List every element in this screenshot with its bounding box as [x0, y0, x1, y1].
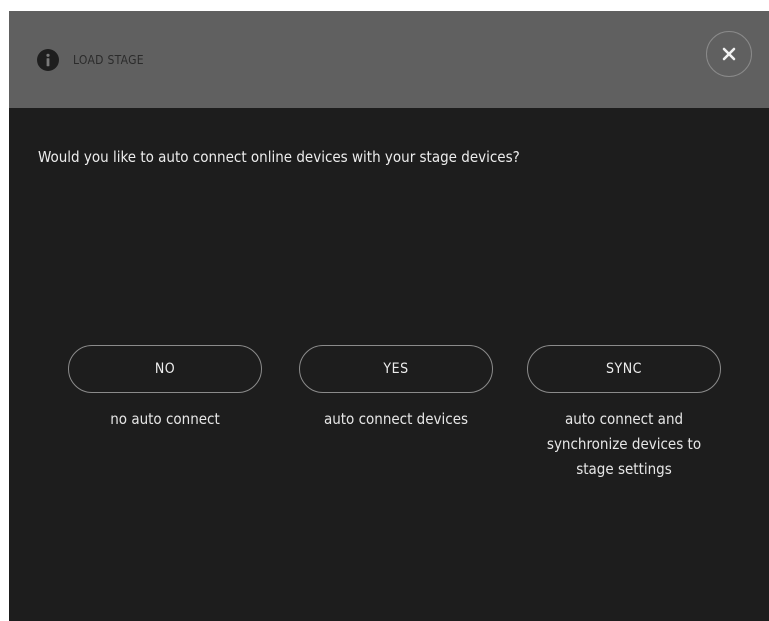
close-button[interactable]	[706, 31, 752, 77]
page-background	[0, 0, 769, 11]
dialog-title: LOAD STAGE	[73, 53, 144, 67]
load-stage-dialog: LOAD STAGE Would you like to auto connec…	[9, 11, 769, 621]
no-description: no auto connect	[110, 410, 220, 428]
sync-button[interactable]: SYNC	[527, 345, 721, 393]
dialog-question: Would you like to auto connect online de…	[38, 148, 520, 166]
no-button[interactable]: NO	[68, 345, 262, 393]
yes-description: auto connect devices	[323, 410, 469, 428]
info-icon	[37, 49, 59, 71]
yes-button[interactable]: YES	[299, 345, 493, 393]
dialog-header: LOAD STAGE	[9, 11, 769, 108]
close-icon	[722, 47, 736, 61]
sync-description: auto connect and synchronize devices to …	[546, 410, 702, 478]
option-no: NO no auto connect	[68, 345, 262, 432]
option-yes: YES auto connect devices	[299, 345, 493, 432]
option-sync: SYNC auto connect and synchronize device…	[527, 345, 721, 482]
